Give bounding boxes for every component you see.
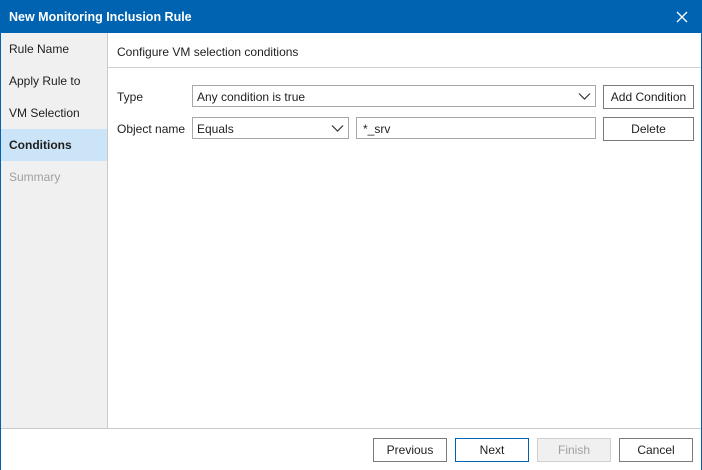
section-header: Configure VM selection conditions (108, 33, 701, 68)
delete-button[interactable]: Delete (603, 117, 694, 141)
operator-dropdown-value: Equals (197, 122, 234, 136)
chevron-down-icon (578, 93, 591, 100)
window-title: New Monitoring Inclusion Rule (9, 10, 192, 24)
type-dropdown[interactable]: Any condition is true (192, 85, 596, 107)
dialog-window: New Monitoring Inclusion Rule Rule Name … (0, 0, 702, 470)
wizard-steps-sidebar: Rule Name Apply Rule to VM Selection Con… (1, 33, 108, 428)
condition-value-text: *_srv (363, 122, 391, 136)
close-button[interactable] (669, 5, 695, 29)
operator-dropdown[interactable]: Equals (192, 117, 349, 139)
previous-button[interactable]: Previous (373, 438, 447, 462)
condition-value-input[interactable]: *_srv (356, 117, 596, 139)
section-title: Configure VM selection conditions (117, 45, 299, 59)
main-panel: Configure VM selection conditions Type A… (108, 33, 701, 428)
title-bar: New Monitoring Inclusion Rule (1, 1, 701, 33)
footer-bar: Previous Next Finish Cancel (1, 428, 701, 470)
step-conditions[interactable]: Conditions (1, 129, 107, 161)
step-vm-selection[interactable]: VM Selection (1, 97, 107, 129)
cancel-button[interactable]: Cancel (619, 438, 693, 462)
object-name-label: Object name (117, 122, 186, 136)
step-apply-rule-to[interactable]: Apply Rule to (1, 65, 107, 97)
next-button[interactable]: Next (455, 438, 529, 462)
step-rule-name[interactable]: Rule Name (1, 33, 107, 65)
close-icon (676, 11, 688, 23)
type-label: Type (117, 90, 144, 104)
add-condition-button[interactable]: Add Condition (603, 85, 694, 109)
type-dropdown-value: Any condition is true (197, 90, 306, 104)
chevron-down-icon (331, 125, 344, 132)
step-summary: Summary (9, 170, 61, 184)
finish-button: Finish (537, 438, 611, 462)
